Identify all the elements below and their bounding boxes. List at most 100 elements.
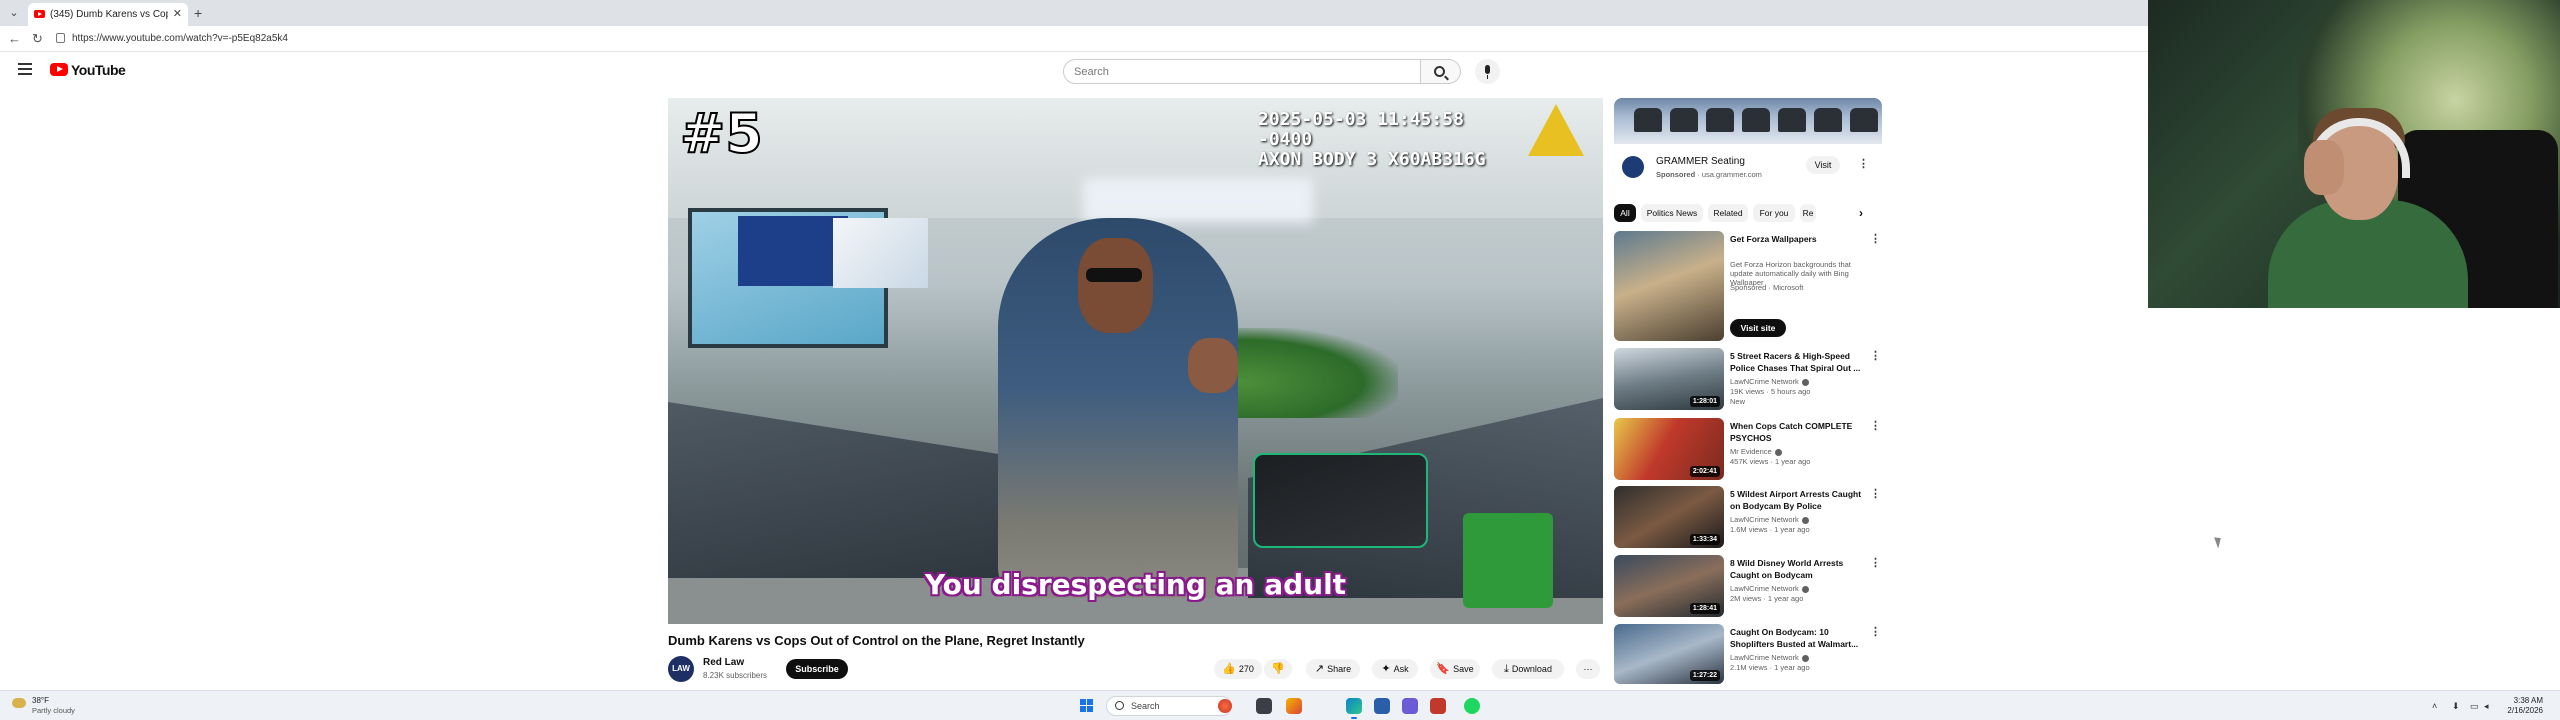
rec-sponsor: Sponsored · Microsoft [1730, 283, 1804, 292]
video-thumbnail[interactable]: 1:28:01 [1614, 348, 1724, 410]
ad-banner-image[interactable] [1614, 98, 1882, 144]
rec-channel[interactable]: LawNCrime Network [1730, 584, 1809, 594]
video-thumbnail[interactable] [1614, 231, 1724, 341]
rec-title[interactable]: 5 Wildest Airport Arrests Caught on Body… [1730, 488, 1870, 512]
chip-for-you[interactable]: For you [1753, 204, 1795, 222]
rec-title[interactable]: Get Forza Wallpapers [1730, 233, 1870, 245]
share-button[interactable]: ↗ Share [1306, 659, 1360, 679]
list-item[interactable]: 1:28:41 8 Wild Disney World Arrests Caug… [1614, 555, 1882, 619]
more-icon[interactable]: ⋮ [1870, 488, 1881, 500]
more-actions-button[interactable]: ⋯ [1576, 659, 1600, 679]
tab-close-icon[interactable]: ✕ [173, 7, 182, 21]
list-item[interactable]: 1:33:34 5 Wildest Airport Arrests Caught… [1614, 486, 1882, 550]
mail-icon[interactable] [1374, 698, 1390, 714]
rec-channel[interactable]: LawNCrime Network [1730, 515, 1809, 525]
rec-meta: 2M views · 1 year ago [1730, 594, 1804, 603]
app-icon[interactable] [1430, 698, 1446, 714]
weather-icon[interactable] [12, 698, 26, 708]
chip-related[interactable]: Related [1708, 204, 1748, 222]
like-button[interactable]: 👍 270 [1214, 659, 1262, 679]
tab-search-chevron-icon[interactable]: ⌄ [4, 4, 24, 22]
rec-title[interactable]: 8 Wild Disney World Arrests Caught on Bo… [1730, 557, 1870, 581]
like-count: 270 [1238, 664, 1254, 674]
address-bar: ← ↻ https://www.youtube.com/watch?v=-p5E… [0, 26, 2148, 52]
ad-visit-button[interactable]: Visit [1806, 156, 1840, 174]
bodycam-timestamp: 2025-05-03 11:45:58 -0400 AXON BODY 3 X6… [1258, 110, 1508, 170]
list-item[interactable]: 2:02:41 When Cops Catch COMPLETE PSYCHOS… [1614, 418, 1882, 482]
volume-icon[interactable]: ◂ [2484, 700, 2489, 712]
ask-button[interactable]: ✦ Ask [1372, 659, 1418, 679]
youtube-logo-text[interactable]: YouTube [71, 62, 126, 78]
new-badge: New [1730, 397, 1746, 406]
channel-name[interactable]: Red Law [703, 657, 744, 669]
chevron-right-icon[interactable]: › [1859, 205, 1863, 221]
search-highlight-icon[interactable] [1218, 699, 1232, 713]
channel-subscriber-count: 8.23K subscribers [703, 671, 768, 680]
new-tab-button[interactable]: + [194, 5, 202, 21]
ad-card[interactable]: GRAMMER Seating Sponsored · usa.grammer.… [1614, 144, 1882, 190]
verified-icon [1801, 378, 1809, 386]
spotify-icon[interactable] [1464, 698, 1480, 714]
ad-more-icon[interactable]: ⋮ [1858, 158, 1869, 170]
back-arrow-icon[interactable]: ← [8, 31, 21, 47]
reload-icon[interactable]: ↻ [32, 31, 43, 47]
download-button[interactable]: ⤓ Download [1492, 659, 1564, 679]
more-icon[interactable]: ⋮ [1870, 350, 1881, 362]
clock-time[interactable]: 3:38 AM [2493, 696, 2543, 705]
video-thumbnail[interactable]: 1:33:34 [1614, 486, 1724, 548]
chip-all[interactable]: All [1614, 204, 1636, 222]
screen: ⌄ (345) Dumb Karens vs Cops O... ✕ + ← ↻… [0, 0, 2560, 720]
rec-channel[interactable]: Mr Evidence [1730, 447, 1782, 457]
edge-browser-icon[interactable] [1346, 698, 1362, 719]
weather-desc[interactable]: Partly cloudy [32, 706, 75, 715]
browser-tab-youtube[interactable]: (345) Dumb Karens vs Cops O... ✕ [28, 3, 188, 26]
rank-overlay: #5 [679, 102, 764, 165]
rec-channel[interactable]: LawNCrime Network [1730, 653, 1809, 663]
rec-channel[interactable]: LawNCrime Network [1730, 377, 1809, 387]
dislike-button[interactable]: 👎 [1264, 659, 1292, 679]
sparkle-icon: ✦ [1381, 663, 1391, 675]
tray-chevron-icon[interactable]: ˄ [2432, 700, 2437, 712]
list-item[interactable]: Get Forza Wallpapers Get Forza Horizon b… [1614, 231, 1882, 343]
list-item[interactable]: 1:27:22 Caught On Bodycam: 10 Shoplifter… [1614, 624, 1882, 688]
save-button[interactable]: 🔖 Save [1430, 659, 1480, 679]
clock-date[interactable]: 2/16/2026 [2493, 706, 2543, 715]
more-icon[interactable]: ⋮ [1870, 557, 1881, 569]
video-player[interactable]: #5 2025-05-03 11:45:58 -0400 AXON BODY 3… [668, 98, 1603, 624]
video-thumbnail[interactable]: 2:02:41 [1614, 418, 1724, 480]
video-thumbnail[interactable]: 1:27:22 [1614, 624, 1724, 684]
bookmark-icon: 🔖 [1436, 663, 1451, 675]
list-item[interactable]: 1:28:01 5 Street Racers & High-Speed Pol… [1614, 348, 1882, 412]
rec-title[interactable]: When Cops Catch COMPLETE PSYCHOS [1730, 420, 1870, 444]
chip-politics-news[interactable]: Politics News [1641, 204, 1703, 222]
channel-avatar[interactable]: LAW [668, 656, 694, 682]
chip-partial[interactable]: Re [1800, 204, 1816, 222]
teams-icon[interactable] [1402, 698, 1418, 714]
tray-app-icon[interactable]: ⬇ [2452, 700, 2460, 712]
rec-title[interactable]: Caught On Bodycam: 10 Shoplifters Busted… [1730, 626, 1870, 650]
app-icon[interactable] [1286, 698, 1302, 714]
task-view-icon[interactable] [1256, 698, 1272, 714]
advertiser-name[interactable]: GRAMMER Seating [1656, 156, 1745, 168]
site-info-icon[interactable] [56, 33, 65, 43]
search-button[interactable] [1421, 59, 1461, 84]
more-icon[interactable]: ⋮ [1870, 233, 1881, 245]
video-title: Dumb Karens vs Cops Out of Control on th… [668, 633, 1085, 648]
start-button[interactable] [1080, 699, 1094, 713]
taskbar-search[interactable]: Search [1106, 696, 1232, 716]
hamburger-menu-icon[interactable] [18, 63, 32, 75]
url-field[interactable]: https://www.youtube.com/watch?v=-p5Eq82a… [72, 32, 288, 46]
subscribe-button[interactable]: Subscribe [786, 659, 848, 679]
more-icon[interactable]: ⋮ [1870, 420, 1881, 432]
video-subtitle: You disrespecting an adult [924, 568, 1347, 601]
rec-title[interactable]: 5 Street Racers & High-Speed Police Chas… [1730, 350, 1870, 374]
network-icon[interactable]: ▭ [2470, 700, 2479, 712]
search-input[interactable]: Search [1063, 59, 1421, 84]
verified-icon [1801, 654, 1809, 662]
weather-temp[interactable]: 38°F [32, 696, 49, 705]
youtube-logo-icon[interactable] [50, 63, 68, 76]
visit-site-button[interactable]: Visit site [1730, 319, 1786, 337]
more-icon[interactable]: ⋮ [1870, 626, 1881, 638]
video-thumbnail[interactable]: 1:28:41 [1614, 555, 1724, 617]
voice-search-icon[interactable] [1475, 59, 1500, 84]
